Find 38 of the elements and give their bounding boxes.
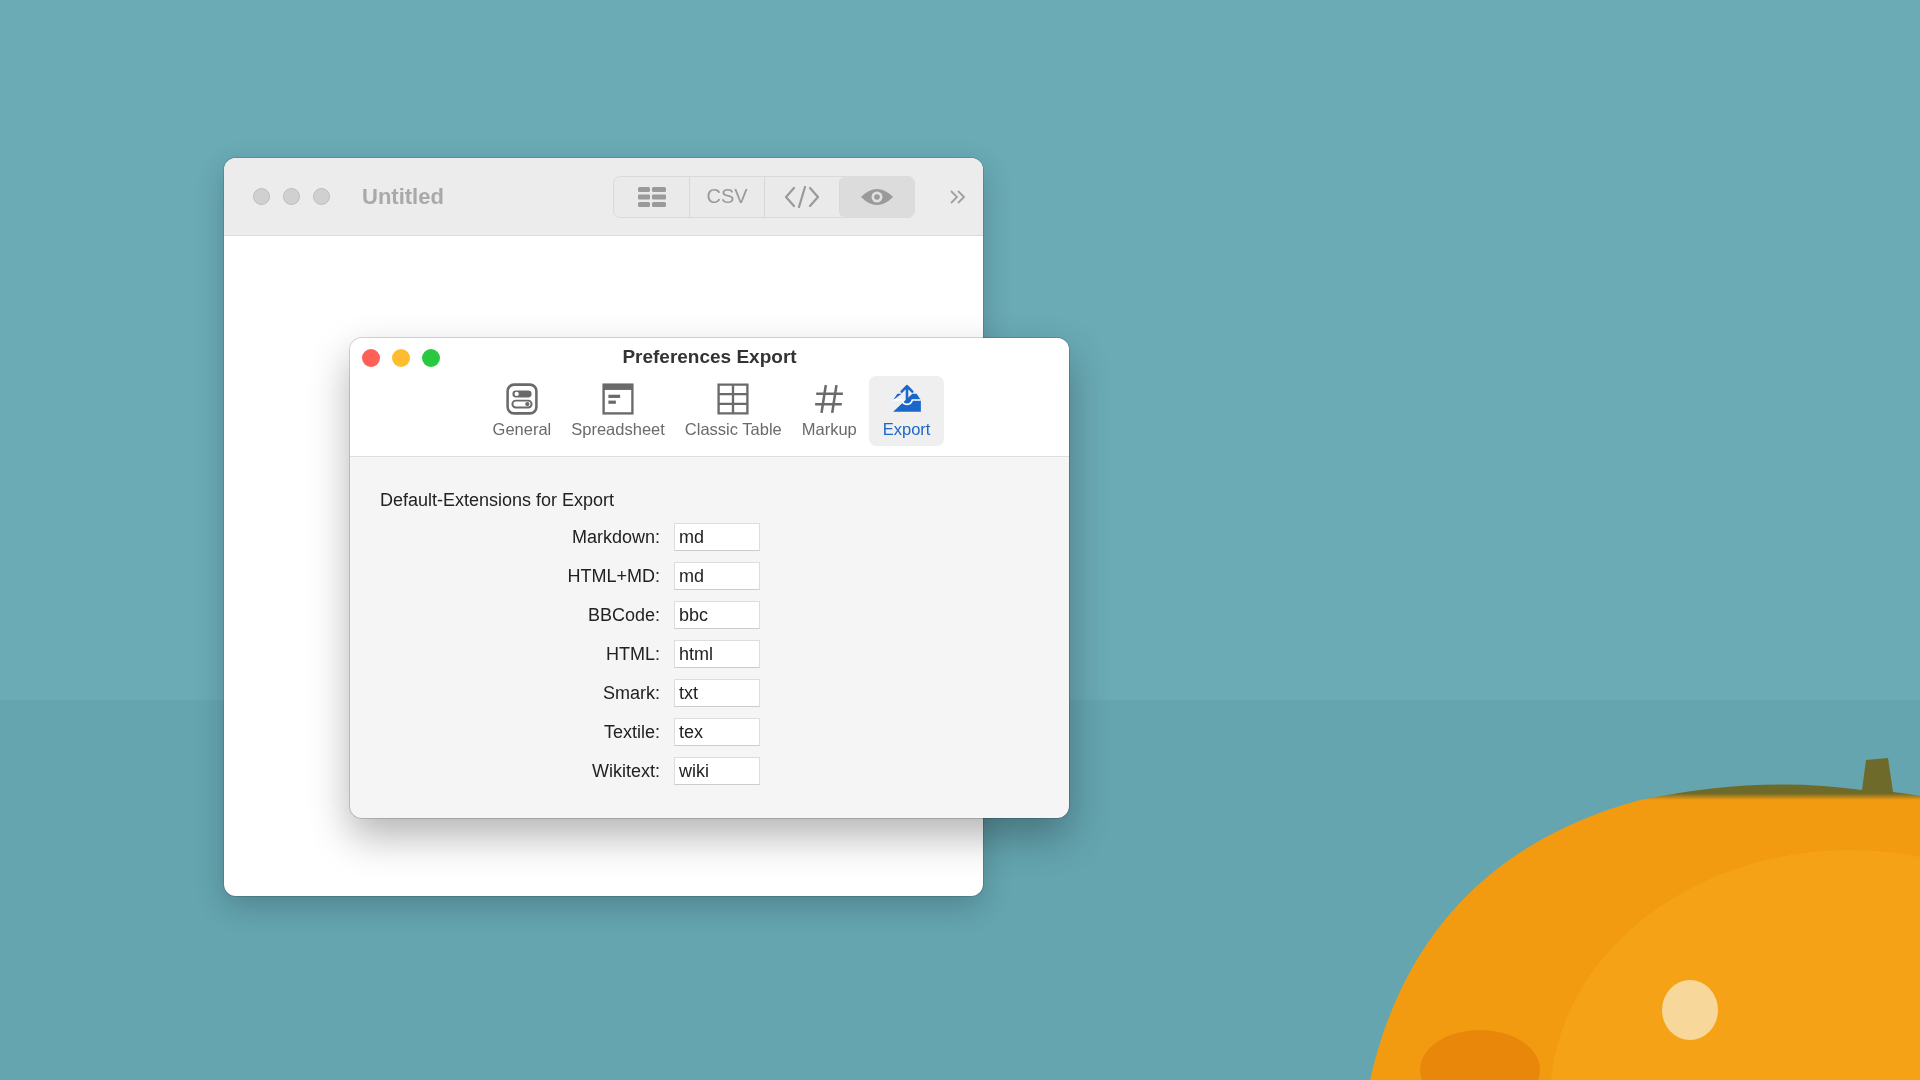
close-button[interactable] [253, 188, 270, 205]
extension-field[interactable]: md [674, 523, 760, 551]
chevron-icon[interactable] [949, 188, 967, 205]
field-label: Wikitext: [591, 760, 660, 782]
zoom-button[interactable] [422, 349, 440, 367]
zoom-button[interactable] [313, 188, 330, 205]
extension-field[interactable]: wiki [674, 757, 760, 785]
preferences-tab[interactable]: General [484, 376, 560, 446]
hash-icon [813, 383, 846, 415]
window-title: Untitled [362, 183, 444, 210]
eye-icon [860, 186, 894, 207]
minimize-button[interactable] [392, 349, 410, 367]
extension-field[interactable]: html [674, 640, 760, 668]
extension-field[interactable]: tex [674, 718, 760, 746]
close-button[interactable] [362, 349, 380, 367]
section-title: Default-Extensions for Export [380, 490, 616, 511]
window-title: Preferences Export [622, 346, 797, 368]
eye-view-button[interactable] [839, 176, 914, 217]
code-icon [785, 185, 819, 208]
extension-field[interactable]: bbc [674, 601, 760, 629]
extension-field[interactable]: md [674, 562, 760, 590]
field-label: HTML+MD: [566, 565, 660, 587]
field-label: Markdown: [570, 526, 660, 548]
table-icon [717, 383, 750, 415]
preferences-tab[interactable]: Classic Table [676, 376, 790, 446]
preferences-tab[interactable]: Export [868, 376, 945, 446]
tray-upload-icon [890, 383, 923, 415]
minimize-button[interactable] [283, 188, 300, 205]
preferences-tab[interactable]: Spreadsheet [563, 376, 673, 446]
toggle-switches-icon [505, 383, 538, 415]
window-icon [602, 383, 635, 415]
field-label: HTML: [605, 643, 660, 665]
field-label: BBCode: [586, 604, 660, 626]
preferences-tab[interactable]: Markup [793, 376, 865, 446]
field-label: Textile: [602, 721, 660, 743]
grid-icon [637, 186, 666, 207]
field-label: Smark: [602, 682, 660, 704]
extension-field[interactable]: txt [674, 679, 760, 707]
